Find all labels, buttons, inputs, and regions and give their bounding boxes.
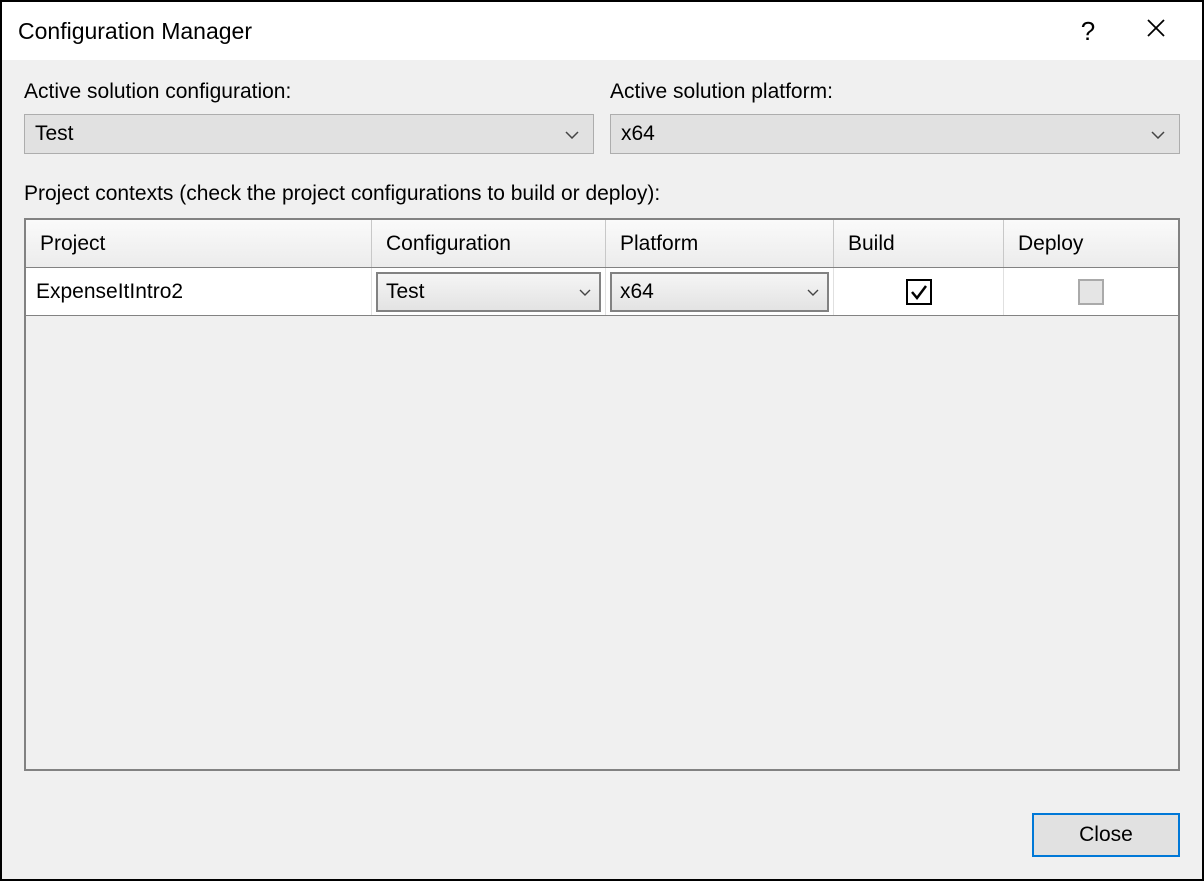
chevron-down-icon <box>807 285 819 299</box>
close-button-label: Close <box>1079 823 1133 847</box>
build-checkbox[interactable] <box>906 279 932 305</box>
window-title: Configuration Manager <box>18 18 1058 45</box>
solution-config-dropdown[interactable]: Test <box>24 114 594 154</box>
chevron-down-icon <box>565 126 583 142</box>
deploy-checkbox <box>1078 279 1104 305</box>
chevron-down-icon <box>1151 126 1169 142</box>
solution-config-label: Active solution configuration: <box>24 80 594 104</box>
project-contexts-grid: Project Configuration Platform Build Dep… <box>24 218 1180 771</box>
platform-cell: x64 <box>606 268 834 315</box>
build-cell <box>834 268 1004 315</box>
column-header-configuration[interactable]: Configuration <box>372 220 606 267</box>
close-window-button[interactable] <box>1126 6 1186 56</box>
chevron-down-icon <box>579 285 591 299</box>
column-header-deploy[interactable]: Deploy <box>1004 220 1178 267</box>
project-name-cell: ExpenseItIntro2 <box>26 268 372 315</box>
close-button[interactable]: Close <box>1032 813 1180 857</box>
configuration-manager-window: Configuration Manager ? Active solution … <box>0 0 1204 881</box>
column-header-build[interactable]: Build <box>834 220 1004 267</box>
row-configuration-dropdown[interactable]: Test <box>376 272 601 312</box>
content-area: Active solution configuration: Test Acti… <box>2 60 1202 791</box>
configuration-cell: Test <box>372 268 606 315</box>
solution-config-group: Active solution configuration: Test <box>24 80 594 154</box>
footer: Close <box>2 791 1202 879</box>
solution-platform-label: Active solution platform: <box>610 80 1180 104</box>
row-platform-dropdown[interactable]: x64 <box>610 272 829 312</box>
titlebar: Configuration Manager ? <box>2 2 1202 60</box>
solution-config-value: Test <box>35 122 565 146</box>
solution-platform-value: x64 <box>621 122 1151 146</box>
help-button[interactable]: ? <box>1058 6 1118 56</box>
table-row: ExpenseItIntro2 Test x64 <box>26 268 1178 316</box>
solution-platform-group: Active solution platform: x64 <box>610 80 1180 154</box>
grid-empty-area <box>26 316 1178 769</box>
titlebar-buttons: ? <box>1058 6 1186 56</box>
deploy-cell <box>1004 268 1178 315</box>
column-header-platform[interactable]: Platform <box>606 220 834 267</box>
close-icon <box>1146 17 1166 45</box>
project-contexts-label: Project contexts (check the project conf… <box>24 182 1180 206</box>
help-icon: ? <box>1081 16 1095 47</box>
row-platform-value: x64 <box>620 280 807 304</box>
grid-header-row: Project Configuration Platform Build Dep… <box>26 220 1178 268</box>
solution-settings-row: Active solution configuration: Test Acti… <box>24 80 1180 154</box>
row-configuration-value: Test <box>386 280 579 304</box>
column-header-project[interactable]: Project <box>26 220 372 267</box>
solution-platform-dropdown[interactable]: x64 <box>610 114 1180 154</box>
